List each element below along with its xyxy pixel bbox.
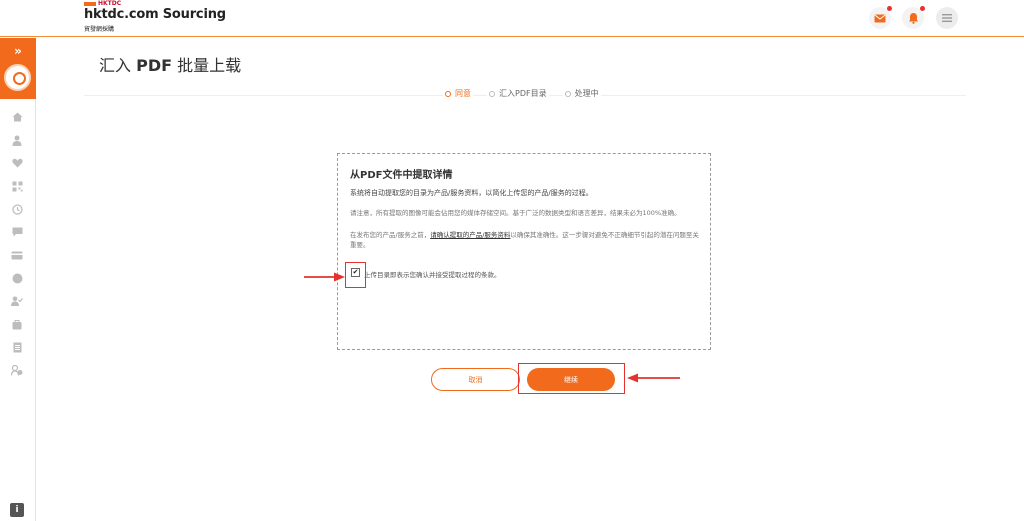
mail-button[interactable] [869, 6, 892, 29]
panel-title: 从PDF文件中提取详情 [350, 170, 453, 181]
bag-icon[interactable] [10, 317, 24, 331]
logo-sub-text: 貿發網採購 [84, 26, 115, 33]
step-dot [564, 90, 571, 97]
verify-link[interactable]: 请确认提取的产品/服务资料 [430, 231, 510, 239]
card-icon[interactable] [10, 248, 24, 262]
people-icon[interactable] [10, 363, 24, 377]
menu-button[interactable] [936, 7, 958, 29]
bell-icon [908, 13, 918, 24]
history-icon[interactable] [10, 202, 24, 216]
panel-note-storage: 请注意，所有提取的图像可能会佔用您的媒体存储空间。基于广泛的数据类型和语言差异，… [350, 209, 681, 217]
step-agree: 同意 [443, 88, 473, 99]
panel-note-verify: 在发布您的产品/服务之前，请确认提取的产品/服务资料以确保其准确性。这一步骤对避… [350, 231, 699, 249]
arrow-right-icon [304, 272, 345, 282]
sidebar: » i [0, 38, 36, 521]
chat-icon[interactable] [10, 225, 24, 239]
arrow-left-icon [627, 373, 680, 383]
top-header: HKTDC hktdc.com Sourcing 貿發網採購 [0, 0, 1024, 37]
notification-button[interactable] [902, 6, 925, 29]
user-check-icon[interactable] [10, 294, 24, 308]
sidebar-top: » [0, 38, 36, 99]
mail-icon [874, 14, 886, 22]
mail-notification-dot [887, 6, 892, 11]
heart-icon[interactable] [10, 156, 24, 170]
step-processing: 处理中 [562, 88, 601, 99]
terms-checkbox-label: 上传目录即表示您确认并接受提取过程的条款。 [364, 271, 501, 279]
checkbox-highlight-box [345, 262, 366, 288]
panel-description: 系统将自动提取您的目录为产品/服务资料，以简化上传您的产品/服务的过程。 [350, 189, 593, 197]
hktdc-logo[interactable]: HKTDC hktdc.com Sourcing 貿發網採購 [84, 0, 226, 37]
expand-sidebar-icon[interactable]: » [0, 44, 36, 58]
user-icon[interactable] [10, 133, 24, 147]
home-icon[interactable] [10, 110, 24, 124]
bell-notification-dot [920, 6, 925, 11]
logo-main-text: hktdc.com Sourcing [84, 7, 226, 22]
stepper: 同意 汇入PDF目录 处理中 [443, 88, 601, 99]
document-icon[interactable] [10, 340, 24, 354]
page-title: 汇入 PDF 批量上载 [99, 56, 242, 75]
step-dot-active [445, 90, 451, 97]
continue-highlight-box [518, 363, 625, 394]
box-icon[interactable] [10, 271, 24, 285]
cancel-button[interactable]: 取消 [431, 368, 520, 391]
avatar[interactable] [4, 64, 31, 91]
step-import-pdf: 汇入PDF目录 [487, 88, 549, 99]
qr-icon[interactable] [10, 179, 24, 193]
info-icon[interactable]: i [10, 503, 24, 517]
step-dot [489, 90, 495, 97]
menu-icon [942, 14, 952, 22]
pdf-extract-panel: 从PDF文件中提取详情 系统将自动提取您的目录为产品/服务资料，以简化上传您的产… [337, 153, 711, 350]
